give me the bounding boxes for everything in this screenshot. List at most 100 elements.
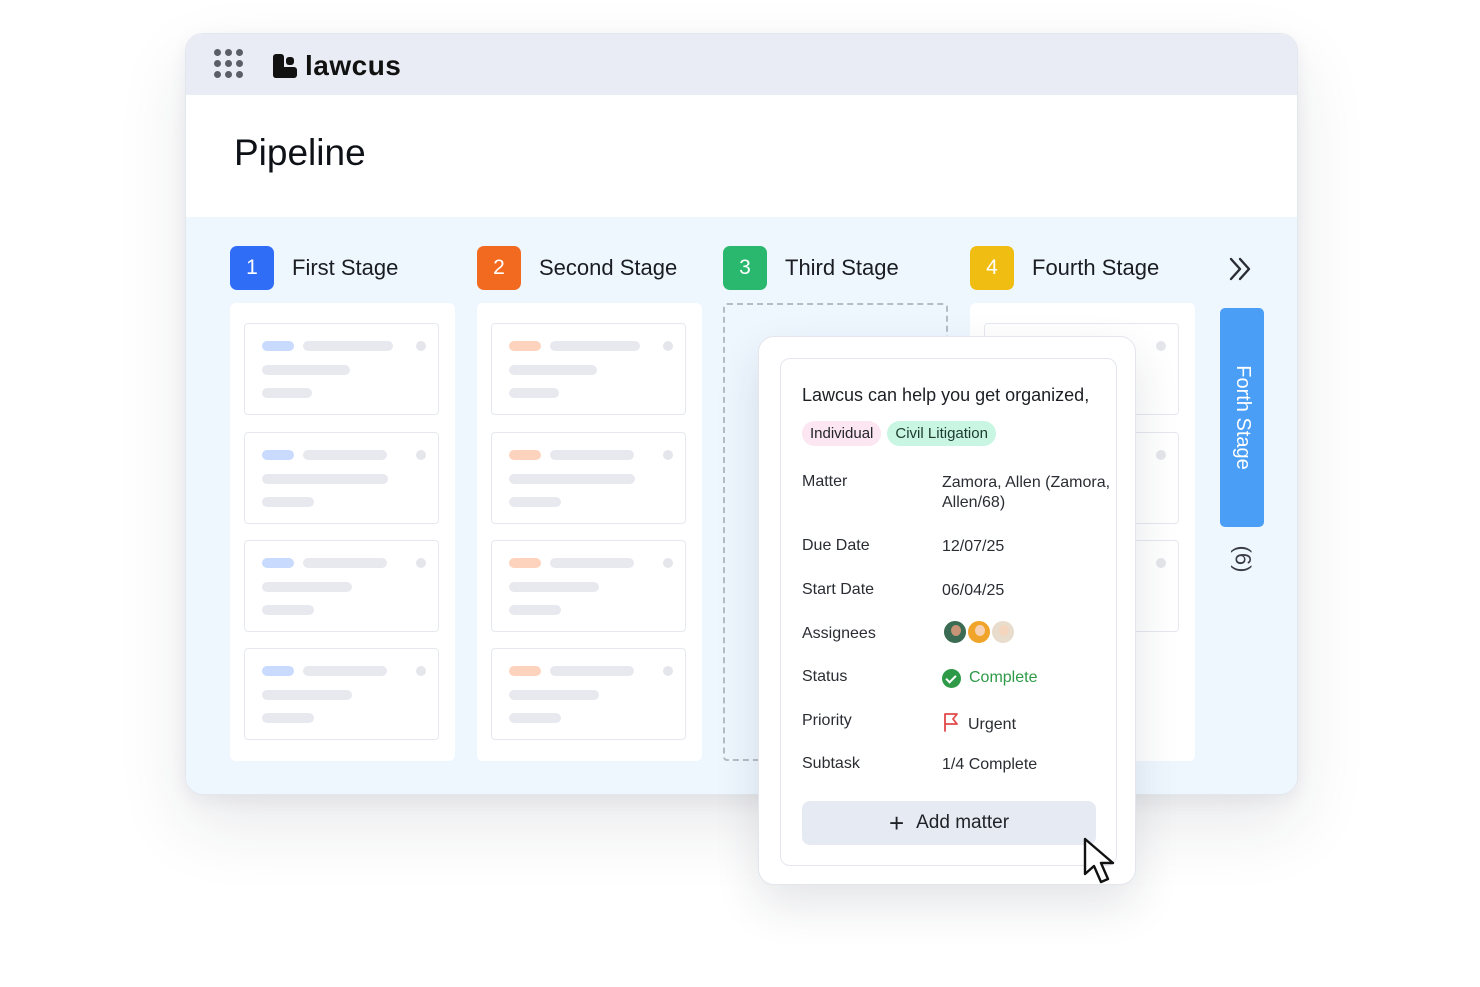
brand-logo[interactable]: lawcus xyxy=(273,52,401,80)
collapsed-stage-label: Forth Stage xyxy=(1231,365,1254,470)
page-title: Pipeline xyxy=(234,132,366,173)
skeleton-line xyxy=(550,666,634,676)
stage-label: First Stage xyxy=(292,255,399,280)
tag-individual[interactable]: Individual xyxy=(802,421,882,446)
field-label: Due Date xyxy=(802,537,870,554)
skeleton-line xyxy=(262,558,294,568)
field-label: Matter xyxy=(802,473,848,490)
skeleton-line xyxy=(303,666,387,676)
skeleton-line xyxy=(509,690,599,700)
stage-number-badge: 4 xyxy=(970,246,1014,290)
brand-name: lawcus xyxy=(305,50,402,81)
priority-value[interactable]: Urgent xyxy=(942,712,1122,738)
stage-header-4[interactable]: 4 Fourth Stage xyxy=(970,246,1159,290)
mouse-pointer-icon xyxy=(1082,836,1126,891)
field-label: Assignees xyxy=(802,625,876,642)
skeleton-line xyxy=(509,605,561,615)
field-label: Status xyxy=(802,668,848,685)
skeleton-line xyxy=(303,341,393,351)
stage-header-3[interactable]: 3 Third Stage xyxy=(723,246,899,290)
skeleton-line xyxy=(262,713,314,723)
stage-number-badge: 3 xyxy=(723,246,767,290)
skeleton-card xyxy=(244,648,439,740)
skeleton-line xyxy=(509,558,541,568)
matter-tags: Individual Civil Litigation xyxy=(802,421,996,446)
app-launcher-icon[interactable] xyxy=(214,49,246,81)
top-bar: lawcus xyxy=(186,34,1297,95)
skeleton-line xyxy=(550,450,634,460)
skeleton-dot xyxy=(663,666,673,676)
subtask-value[interactable]: 1/4 Complete xyxy=(942,755,1122,775)
matter-card-title: Lawcus can help you get organized, xyxy=(802,385,1090,405)
status-value[interactable]: Complete xyxy=(942,668,1037,688)
skeleton-line xyxy=(262,388,312,398)
skeleton-line xyxy=(262,474,388,484)
skeleton-line xyxy=(303,450,387,460)
stage-column-1 xyxy=(230,303,455,761)
plus-icon: + xyxy=(888,808,905,838)
skeleton-dot xyxy=(416,558,426,568)
skeleton-line xyxy=(509,450,541,460)
skeleton-line xyxy=(262,497,314,507)
lawcus-logo-icon xyxy=(273,54,297,78)
skeleton-line xyxy=(509,713,561,723)
skeleton-line xyxy=(550,341,640,351)
matter-card-popup[interactable]: Lawcus can help you get organized, Indiv… xyxy=(758,336,1136,885)
tag-civil-litigation[interactable]: Civil Litigation xyxy=(887,421,996,446)
check-circle-icon xyxy=(942,668,961,688)
skeleton-dot xyxy=(416,341,426,351)
flag-icon xyxy=(942,712,960,738)
stage-column-2 xyxy=(477,303,702,761)
skeleton-line xyxy=(262,341,294,351)
skeleton-dot xyxy=(663,450,673,460)
due-date-value: 12/07/25 xyxy=(942,538,1005,555)
skeleton-dot xyxy=(663,558,673,568)
collapsed-stage-tab[interactable]: Forth Stage xyxy=(1220,308,1264,527)
assignee-avatars[interactable] xyxy=(942,619,1122,645)
start-date-value: 06/04/25 xyxy=(942,582,1005,599)
skeleton-line xyxy=(303,558,387,568)
field-label: Start Date xyxy=(802,581,875,598)
matter-card[interactable]: Lawcus can help you get organized, Indiv… xyxy=(780,358,1117,866)
matter-value[interactable]: Zamora, Allen (Zamora, Allen/68) xyxy=(942,473,1122,513)
skeleton-line xyxy=(262,605,314,615)
skeleton-dot xyxy=(1156,341,1166,351)
avatar[interactable] xyxy=(942,619,968,645)
skeleton-card xyxy=(491,323,686,415)
avatar[interactable] xyxy=(990,619,1016,645)
stage-label: Fourth Stage xyxy=(1032,255,1160,280)
skeleton-line xyxy=(550,558,634,568)
skeleton-line xyxy=(509,497,561,507)
skeleton-card xyxy=(491,432,686,524)
field-label: Subtask xyxy=(802,755,860,772)
skeleton-dot xyxy=(416,450,426,460)
skeleton-card xyxy=(491,648,686,740)
skeleton-line xyxy=(509,365,597,375)
stage-number-badge: 2 xyxy=(477,246,521,290)
stage-header-1[interactable]: 1 First Stage xyxy=(230,246,398,290)
stage-label: Third Stage xyxy=(785,255,899,280)
skeleton-card xyxy=(244,432,439,524)
skeleton-line xyxy=(262,582,352,592)
avatar[interactable] xyxy=(966,619,992,645)
stage-number-badge: 1 xyxy=(230,246,274,290)
skeleton-card xyxy=(244,540,439,632)
field-label: Priority xyxy=(802,712,852,729)
next-stages-chevron-icon[interactable] xyxy=(1226,255,1254,289)
skeleton-dot xyxy=(1156,558,1166,568)
stage-header-2[interactable]: 2 Second Stage xyxy=(477,246,677,290)
skeleton-line xyxy=(262,666,294,676)
skeleton-line xyxy=(509,582,599,592)
skeleton-dot xyxy=(1156,450,1166,460)
skeleton-line xyxy=(509,388,559,398)
collapsed-stage-count: (6) xyxy=(1229,545,1255,573)
add-matter-button[interactable]: + Add matter xyxy=(802,801,1096,845)
skeleton-line xyxy=(509,474,635,484)
skeleton-card xyxy=(491,540,686,632)
skeleton-line xyxy=(262,450,294,460)
skeleton-line xyxy=(509,666,541,676)
stage-label: Second Stage xyxy=(539,255,678,280)
skeleton-line xyxy=(262,690,352,700)
skeleton-line xyxy=(509,341,541,351)
skeleton-dot xyxy=(416,666,426,676)
